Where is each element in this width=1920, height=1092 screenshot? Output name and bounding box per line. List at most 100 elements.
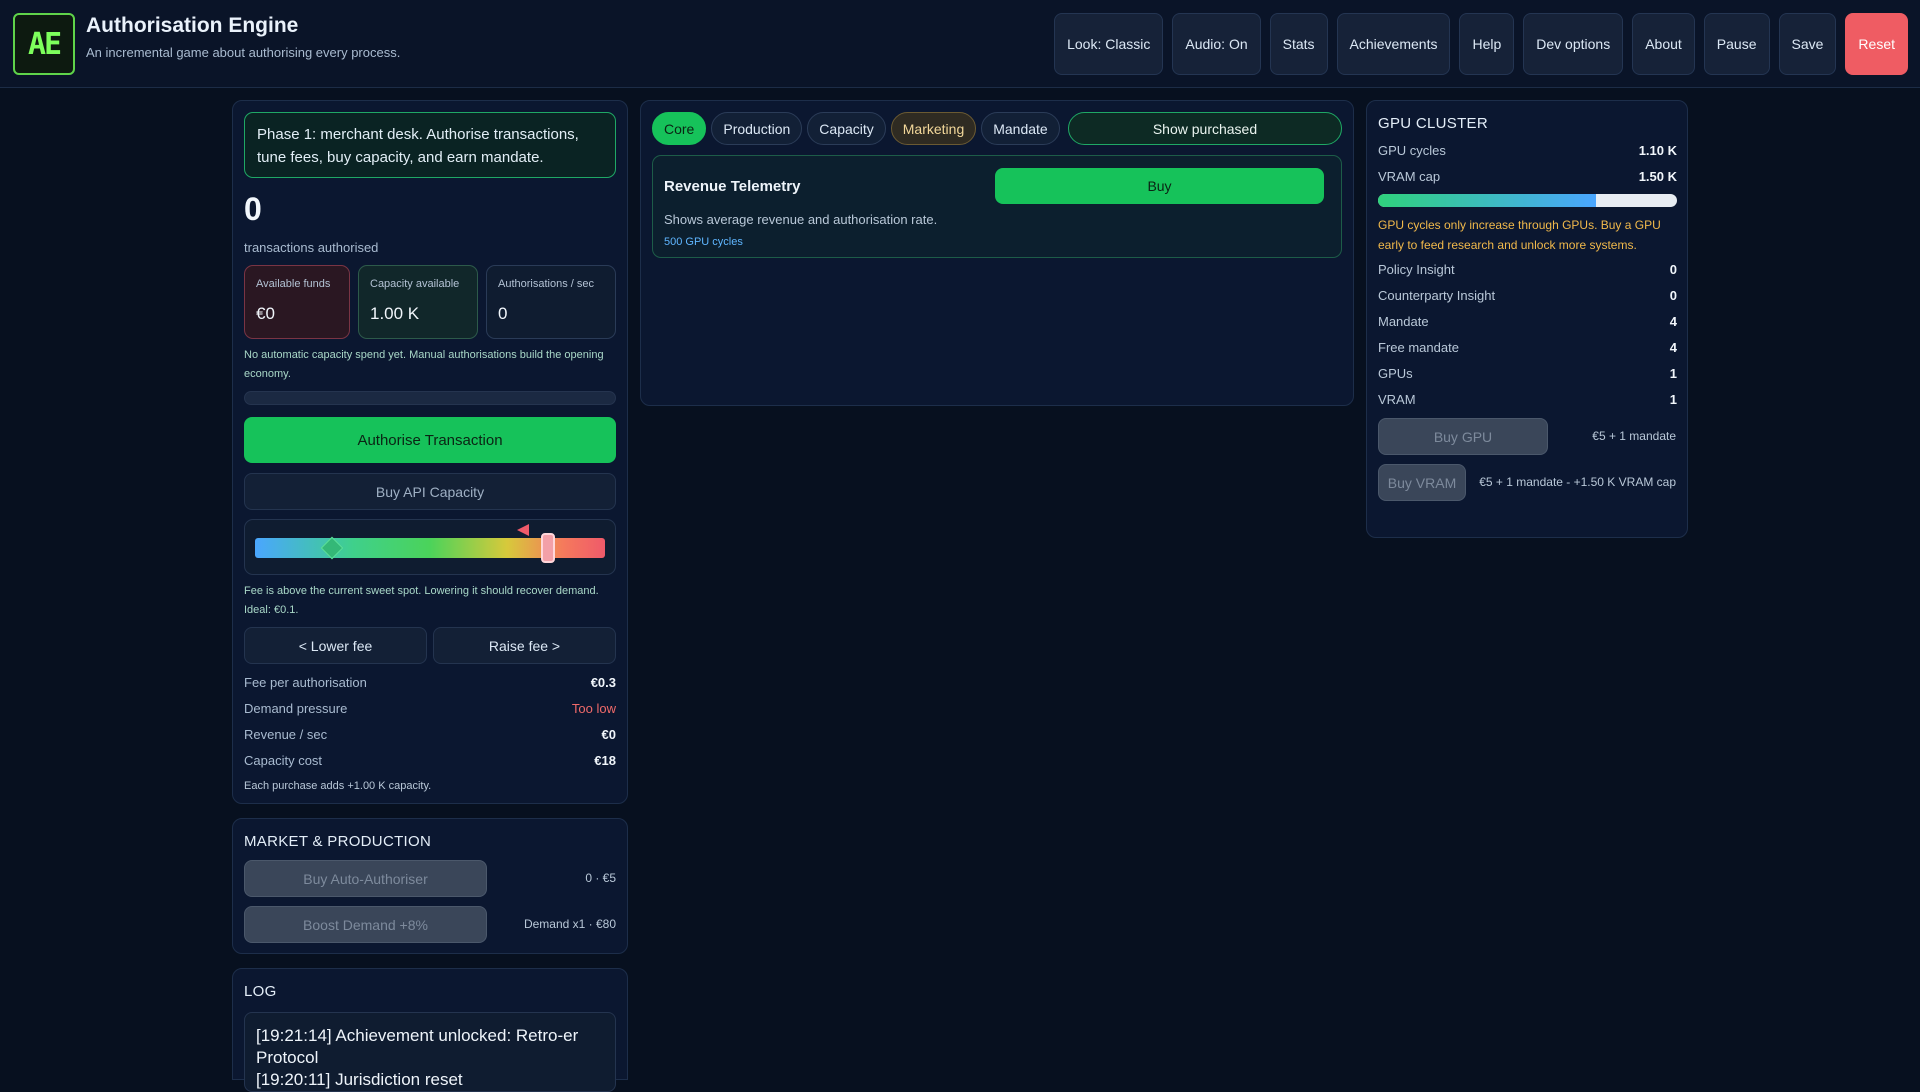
tab-capacity[interactable]: Capacity (807, 112, 886, 145)
buy-auto-authoriser-button[interactable]: Buy Auto-Authoriser (244, 860, 487, 897)
capacity-cost-row: Capacity cost €18 (244, 753, 616, 768)
buy-gpu-button[interactable]: Buy GPU (1378, 418, 1548, 455)
about-button[interactable]: About (1632, 13, 1695, 75)
help-button[interactable]: Help (1459, 13, 1515, 75)
stat-value: 1.00 K (370, 304, 420, 323)
row-label: GPU cycles (1378, 143, 1446, 158)
vram-progress-bar (1378, 194, 1677, 207)
vram-cap-row: VRAM cap 1.50 K (1378, 169, 1677, 184)
row-label: Fee per authorisation (244, 675, 367, 690)
upgrade-cost: 500 GPU cycles (664, 236, 743, 248)
row-value: 1 (1669, 366, 1677, 381)
show-purchased-toggle[interactable]: Show purchased (1068, 112, 1342, 145)
stat-value: 0 (498, 304, 508, 323)
buy-vram-button[interactable]: Buy VRAM (1378, 464, 1466, 501)
fee-note: Fee is above the current sweet spot. Low… (244, 585, 599, 616)
upgrade-tabs: Core Production Capacity Marketing Manda… (652, 112, 1060, 145)
look-button[interactable]: Look: Classic (1054, 13, 1164, 75)
market-panel: MARKET & PRODUCTION Buy Auto-Authoriser … (232, 818, 628, 954)
vram-row: VRAM 1 (1378, 392, 1677, 407)
stats-button[interactable]: Stats (1269, 13, 1328, 75)
row-value: Too low (571, 701, 616, 716)
upgrades-panel: Core Production Capacity Marketing Manda… (640, 100, 1354, 406)
revenue-per-sec-row: Revenue / sec €0 (244, 727, 616, 742)
stat-authorisations-per-sec: Authorisations / sec 0 (486, 265, 616, 339)
stat-value: €0 (256, 304, 275, 323)
auto-spend-note: No automatic capacity spend yet. Manual … (244, 349, 604, 380)
pause-button[interactable]: Pause (1703, 13, 1770, 75)
reset-button[interactable]: Reset (1845, 13, 1908, 75)
boost-demand-info: Demand x1 · €80 (523, 917, 616, 931)
row-label: Mandate (1378, 314, 1429, 329)
top-nav: Look: Classic Audio: On Stats Achievemen… (1054, 13, 1908, 75)
tab-production[interactable]: Production (711, 112, 803, 145)
market-title: MARKET & PRODUCTION (244, 833, 432, 850)
mandate-row: Mandate 4 (1378, 314, 1677, 329)
row-label: GPUs (1378, 366, 1413, 381)
row-value: 4 (1669, 314, 1677, 329)
buy-gpu-cost: €5 + 1 mandate (1592, 429, 1676, 443)
boost-demand-button[interactable]: Boost Demand +8% (244, 906, 487, 943)
row-label: Policy Insight (1378, 262, 1455, 277)
buy-vram-cost: €5 + 1 mandate - +1.50 K VRAM cap (1479, 475, 1676, 489)
authorise-transaction-button[interactable]: Authorise Transaction (244, 417, 616, 463)
log-title: LOG (244, 983, 277, 1000)
row-value: 1 (1669, 392, 1677, 407)
row-label: Demand pressure (244, 701, 348, 716)
row-value: 0 (1669, 288, 1677, 303)
transaction-count-label: transactions authorised (244, 240, 379, 255)
log-entry: [19:21:14] Achievement unlocked: Retro-e… (256, 1026, 579, 1067)
upgrade-buy-button[interactable]: Buy (995, 168, 1324, 204)
transaction-count: 0 (244, 191, 262, 227)
fee-slider-thumb[interactable] (541, 533, 555, 563)
gpus-row: GPUs 1 (1378, 366, 1677, 381)
vram-progress-fill (1378, 194, 1597, 207)
progress-bar (244, 391, 616, 405)
lower-fee-button[interactable]: < Lower fee (244, 627, 427, 664)
tab-core[interactable]: Core (652, 112, 707, 145)
stat-available-funds: Available funds €0 (244, 265, 350, 339)
fee-per-authorisation-row: Fee per authorisation €0.3 (244, 675, 616, 690)
tab-mandate[interactable]: Mandate (981, 112, 1060, 145)
row-value: €18 (594, 753, 616, 768)
phase-banner: Phase 1: merchant desk. Authorise transa… (244, 112, 616, 178)
stat-label: Capacity available (370, 278, 460, 290)
stat-capacity-available: Capacity available 1.00 K (358, 265, 478, 339)
row-value: 0 (1669, 262, 1677, 277)
row-value: 1.50 K (1638, 169, 1677, 184)
upgrade-description: Shows average revenue and authorisation … (664, 212, 938, 227)
upgrade-card: Revenue Telemetry Shows average revenue … (652, 155, 1342, 258)
demand-pointer-icon (517, 524, 529, 536)
stat-label: Available funds (256, 278, 331, 290)
gpu-panel: GPU CLUSTER GPU cycles 1.10 K VRAM cap 1… (1366, 100, 1688, 538)
app-logo: AE (13, 13, 75, 75)
tab-marketing[interactable]: Marketing (890, 112, 977, 145)
demand-pressure-row: Demand pressure Too low (244, 701, 616, 716)
raise-fee-button[interactable]: Raise fee > (433, 627, 616, 664)
row-value: €0 (601, 727, 616, 742)
counterparty-insight-row: Counterparty Insight 0 (1378, 288, 1677, 303)
fee-slider[interactable] (244, 519, 616, 575)
row-value: 1.10 K (1638, 143, 1677, 158)
gpu-note: GPU cycles only increase through GPUs. B… (1378, 218, 1661, 252)
achievements-button[interactable]: Achievements (1336, 13, 1451, 75)
row-label: VRAM cap (1378, 169, 1441, 184)
core-panel: Phase 1: merchant desk. Authorise transa… (232, 100, 628, 804)
audio-button[interactable]: Audio: On (1172, 13, 1261, 75)
auto-authoriser-info: 0 · €5 (585, 871, 616, 885)
capacity-note: Each purchase adds +1.00 K capacity. (244, 780, 432, 792)
row-label: VRAM (1378, 392, 1416, 407)
row-value: 4 (1669, 340, 1677, 355)
row-label: Free mandate (1378, 340, 1459, 355)
free-mandate-row: Free mandate 4 (1378, 340, 1677, 355)
save-button[interactable]: Save (1778, 13, 1837, 75)
row-label: Capacity cost (244, 753, 323, 768)
row-value: €0.3 (590, 675, 616, 690)
row-label: Revenue / sec (244, 727, 328, 742)
dev-options-button[interactable]: Dev options (1523, 13, 1624, 75)
log-list[interactable]: [19:21:14] Achievement unlocked: Retro-e… (244, 1012, 616, 1092)
buy-api-capacity-button[interactable]: Buy API Capacity (244, 473, 616, 510)
row-label: Counterparty Insight (1378, 288, 1496, 303)
logo-text: AE (27, 26, 62, 62)
upgrade-name: Revenue Telemetry (664, 178, 801, 195)
